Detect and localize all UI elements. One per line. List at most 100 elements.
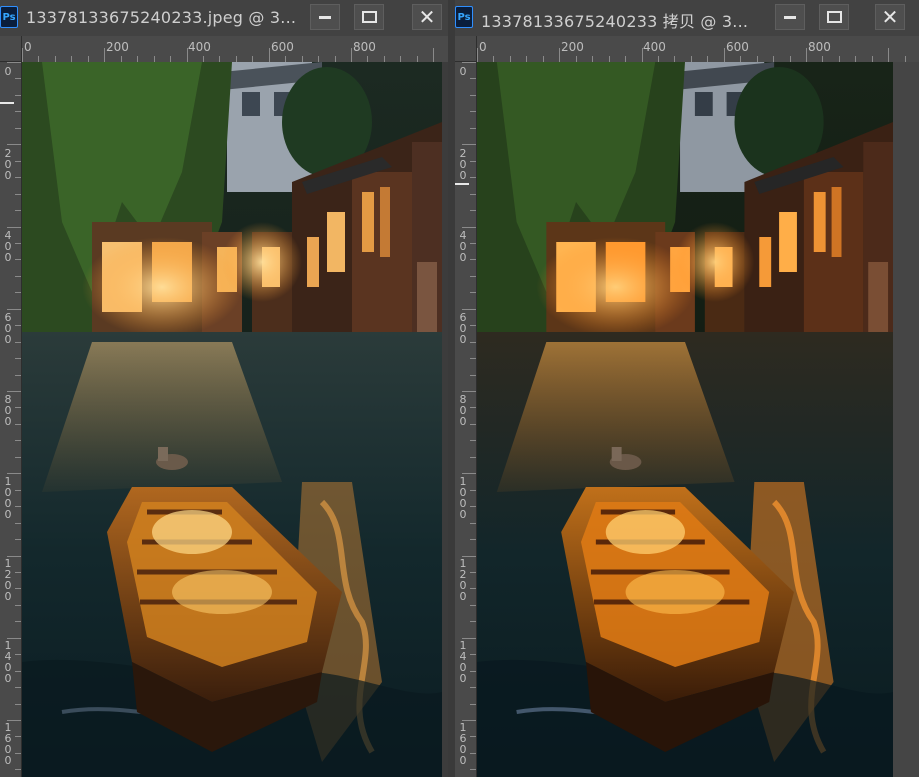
- maximize-button[interactable]: [819, 4, 849, 30]
- ruler-tick: [470, 374, 476, 376]
- close-icon: ✕: [881, 5, 899, 29]
- ruler-tick: [15, 325, 21, 327]
- canal-boat-photo-copy: [477, 62, 893, 777]
- ruler-tick: [470, 456, 476, 458]
- ruler-tick: [462, 555, 476, 557]
- ruler-label: 1400: [4, 639, 12, 685]
- ruler-tick: [15, 160, 21, 162]
- ruler-tick: [470, 588, 476, 590]
- ruler-label: 400: [643, 40, 666, 54]
- ruler-tick: [462, 637, 476, 639]
- ruler-tick: [15, 539, 21, 541]
- ruler-tick: [15, 127, 21, 129]
- window-titlebar[interactable]: Ps 13378133675240233 拷贝 @ 3... ✕: [455, 0, 919, 36]
- ruler-tick: [470, 259, 476, 261]
- ruler-tick: [15, 703, 21, 705]
- ruler-tick: [470, 407, 476, 409]
- ruler-label: 1000: [4, 475, 12, 521]
- ruler-tick: [477, 48, 478, 62]
- ruler-tick: [641, 48, 643, 62]
- close-button[interactable]: ✕: [875, 4, 905, 30]
- minimize-button[interactable]: [310, 4, 340, 30]
- ruler-tick: [806, 48, 807, 62]
- ruler-tick: [470, 670, 476, 672]
- ruler-label: 200: [459, 147, 467, 182]
- ruler-tick: [7, 473, 21, 475]
- ruler-label: 400: [4, 229, 12, 264]
- ruler-tick: [470, 769, 476, 771]
- horizontal-ruler[interactable]: 0 200 400 600 800: [22, 36, 448, 63]
- ruler-label: 200: [561, 40, 584, 54]
- ruler-label: 200: [106, 40, 129, 54]
- ruler-label: 1600: [459, 721, 467, 767]
- vertical-ruler[interactable]: 0 200 400 600 800 1000 1200 1400 1600: [0, 62, 22, 777]
- ruler-tick: [470, 703, 476, 705]
- ruler-tick: [7, 637, 21, 639]
- ruler-label: 1400: [459, 639, 467, 685]
- ruler-tick: [470, 341, 476, 343]
- ruler-tick: [470, 506, 476, 508]
- ruler-tick: [15, 456, 21, 458]
- ruler-label: 600: [459, 311, 467, 346]
- ruler-tick: [15, 374, 21, 376]
- ruler-tick: [15, 358, 21, 360]
- ruler-tick: [470, 358, 476, 360]
- image-canvas[interactable]: [477, 62, 893, 777]
- ruler-tick: [15, 78, 21, 80]
- close-button[interactable]: ✕: [412, 4, 442, 30]
- ruler-tick: [15, 423, 21, 425]
- ruler-tick: [462, 144, 476, 146]
- ruler-tick: [470, 736, 476, 738]
- maximize-button[interactable]: [354, 4, 384, 30]
- ruler-label: 800: [459, 393, 467, 428]
- ruler-tick: [462, 720, 476, 721]
- guide-marker[interactable]: [455, 183, 469, 185]
- document-title: 13378133675240233.jpeg @ 3...: [26, 8, 297, 27]
- ruler-tick: [470, 489, 476, 491]
- minimize-icon: [319, 15, 331, 19]
- ruler-tick: [7, 226, 21, 228]
- ruler-tick: [15, 736, 21, 738]
- ruler-label: 1600: [4, 721, 12, 767]
- minimize-button[interactable]: [775, 4, 805, 30]
- document-window-copy[interactable]: Ps 13378133675240233 拷贝 @ 3... ✕ 0 200 4…: [455, 0, 919, 777]
- vertical-ruler[interactable]: 0 200 400 600 800 1000 1200 1400 1600: [455, 62, 477, 777]
- ruler-tick: [470, 752, 476, 754]
- ruler-tick: [559, 48, 561, 62]
- photoshop-icon: Ps: [455, 6, 473, 28]
- ruler-tick: [15, 210, 21, 212]
- ruler-tick: [15, 571, 21, 573]
- ruler-tick: [15, 292, 21, 294]
- ruler-tick: [470, 539, 476, 541]
- minimize-icon: [784, 15, 796, 19]
- horizontal-ruler[interactable]: 0 200 400 600 800: [477, 36, 919, 63]
- maximize-icon: [826, 11, 842, 23]
- ruler-label: 1000: [459, 475, 467, 521]
- ruler-tick: [470, 127, 476, 129]
- ruler-label: 600: [726, 40, 749, 54]
- ruler-tick: [462, 226, 476, 228]
- ruler-label: 1200: [4, 557, 12, 603]
- document-window-original[interactable]: Ps 13378133675240233.jpeg @ 3... ✕ 0 200…: [0, 0, 448, 777]
- ruler-label: 800: [4, 393, 12, 428]
- ruler-tick: [470, 78, 476, 80]
- ruler-tick: [15, 752, 21, 754]
- ruler-label: 0: [24, 40, 32, 54]
- ruler-tick: [470, 522, 476, 524]
- window-titlebar[interactable]: Ps 13378133675240233.jpeg @ 3... ✕: [0, 0, 448, 36]
- ruler-origin[interactable]: [455, 36, 477, 62]
- ruler-label: 200: [4, 147, 12, 182]
- ruler-tick: [15, 522, 21, 524]
- vertical-scrollbar[interactable]: [893, 62, 919, 777]
- ruler-tick: [15, 489, 21, 491]
- ruler-tick: [470, 604, 476, 606]
- guide-marker[interactable]: [0, 102, 14, 104]
- ruler-tick: [15, 259, 21, 261]
- image-canvas[interactable]: [22, 62, 442, 777]
- ruler-label: 800: [808, 40, 831, 54]
- ruler-tick: [186, 48, 188, 62]
- ruler-tick: [15, 506, 21, 508]
- ruler-tick: [7, 555, 21, 557]
- ruler-tick: [7, 308, 21, 310]
- ruler-origin[interactable]: [0, 36, 22, 62]
